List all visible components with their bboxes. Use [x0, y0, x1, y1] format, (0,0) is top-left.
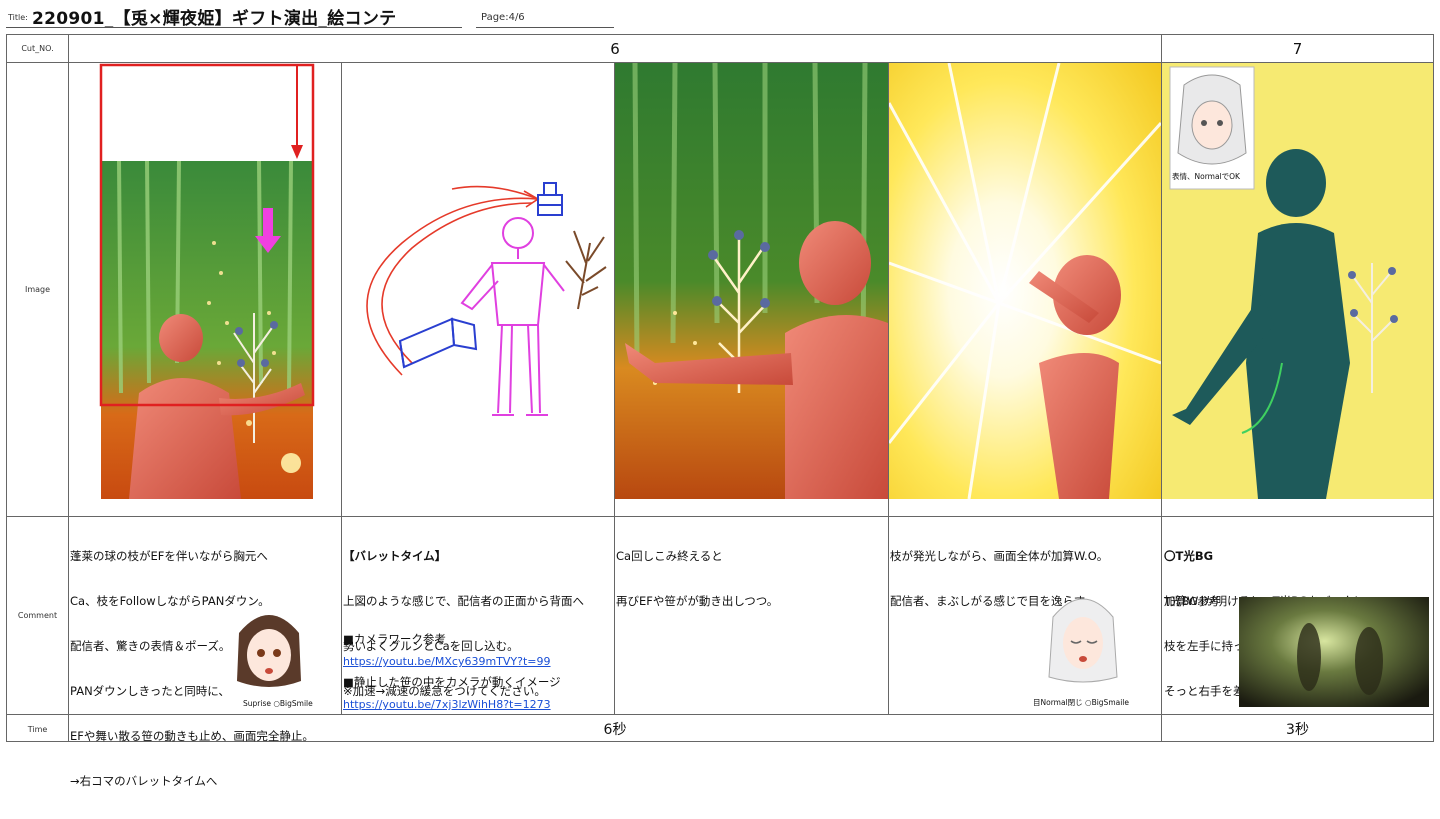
row-label-comment: Comment — [17, 611, 58, 620]
comment-cut6-panel4: 枝が発光しながら、画面全体が加算W.O。 配信者、まぶしがる感じで目を逸らす。 — [890, 549, 1109, 608]
motion-arrow-shaft — [263, 208, 273, 238]
title-underline — [6, 27, 462, 28]
face-label-eyes-closed: 目Normal閉じ ○BigSmaile — [1033, 698, 1129, 707]
figure-sketch — [460, 217, 565, 416]
image-panel-4 — [889, 63, 1161, 529]
image-panel-5: 表情、NormalでOK — [1162, 63, 1433, 529]
bamboo-reference-link[interactable]: https://youtu.be/7xj3lzWihH8?t=1273 — [343, 697, 613, 712]
comment-cut6-panel3: Ca回しこみ終えると 再びEFや笹がが動き出しつつ。 — [616, 549, 779, 608]
face-icon — [1177, 74, 1247, 165]
expression-note: 表情、NormalでOK — [1172, 172, 1240, 181]
camera-reference-link[interactable]: https://youtu.be/MXcy639mTVY?t=99 — [343, 654, 613, 669]
title-label: Title: — [8, 13, 28, 22]
eyes-closed-face-icon — [1048, 598, 1118, 683]
storyboard-grid: Cut_NO. Image Comment Time 6 7 6秒 3秒 表情、… — [6, 34, 1434, 788]
camera-reference-label: ■カメラワーク参考 — [343, 632, 446, 646]
bamboo-reference-label: ■静止した笹の中をカメラが動くイメージ — [343, 675, 561, 689]
row-label-time: Time — [27, 725, 48, 734]
page-indicator: Page:4/6 — [481, 12, 525, 23]
document-title: 220901_【兎×輝夜姫】ギフト演出_絵コンテ — [32, 9, 397, 29]
image-panel-2 — [342, 63, 614, 529]
row-label-image: Image — [24, 285, 51, 294]
branch-sketch — [565, 230, 607, 310]
face-label-surprise: Suprise ○BigSmile — [243, 699, 313, 708]
t-light-reference-image — [1239, 597, 1429, 707]
page-underline — [476, 27, 614, 28]
camera-icon-back — [398, 317, 478, 369]
row-label-cut: Cut_NO. — [21, 44, 54, 53]
surprise-face-icon — [237, 615, 301, 687]
image-panel-3 — [615, 63, 888, 529]
cut-number-6: 6 — [610, 40, 620, 58]
cut-number-7: 7 — [1292, 40, 1303, 58]
t-light-reference-label: T光BG参考 — [1164, 595, 1220, 608]
image-panel-1 — [69, 63, 341, 529]
camera-icon-front — [537, 182, 563, 216]
